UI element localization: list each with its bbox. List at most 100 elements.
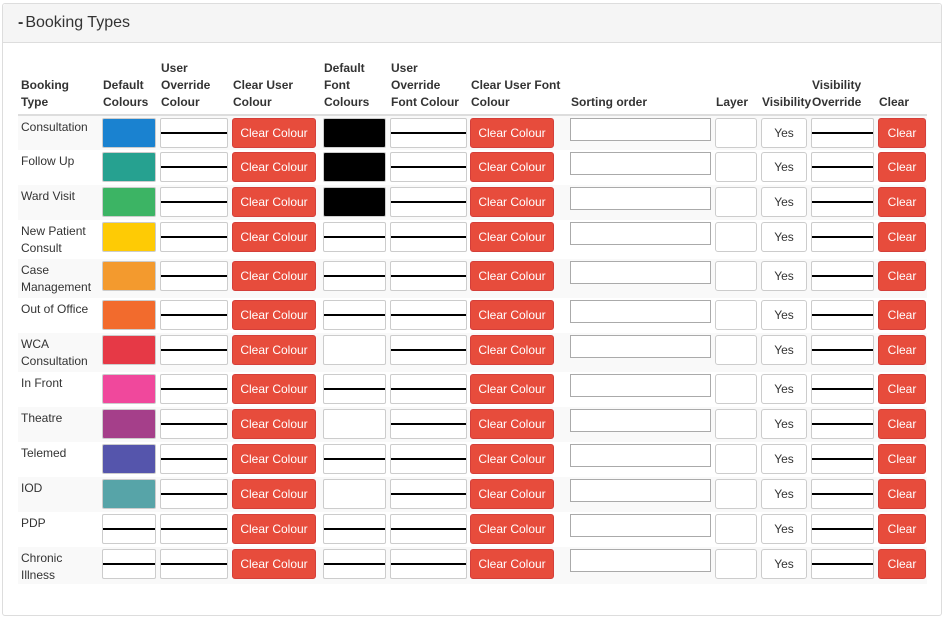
visibility-override-picker[interactable] xyxy=(811,479,874,509)
default-font-colour-swatch[interactable] xyxy=(323,444,386,474)
sorting-order-input[interactable] xyxy=(570,374,711,397)
sorting-order-input[interactable] xyxy=(570,261,711,284)
layer-input[interactable] xyxy=(715,479,757,509)
user-override-font-colour-picker[interactable] xyxy=(390,409,467,439)
visibility-select[interactable]: Yes xyxy=(761,152,807,182)
visibility-select[interactable]: Yes xyxy=(761,187,807,217)
sorting-order-input[interactable] xyxy=(570,187,711,210)
layer-input[interactable] xyxy=(715,444,757,474)
sorting-order-input[interactable] xyxy=(570,479,711,502)
visibility-select[interactable]: Yes xyxy=(761,118,807,148)
user-override-colour-picker[interactable] xyxy=(160,409,228,439)
clear-user-colour-button[interactable]: Clear Colour xyxy=(232,409,316,439)
default-colour-swatch[interactable] xyxy=(102,187,156,217)
user-override-font-colour-picker[interactable] xyxy=(390,300,467,330)
default-font-colour-swatch[interactable] xyxy=(323,261,386,291)
clear-row-button[interactable]: Clear xyxy=(878,335,926,365)
default-font-colour-swatch[interactable] xyxy=(323,152,386,182)
default-colour-swatch[interactable] xyxy=(102,549,156,579)
clear-user-font-colour-button[interactable]: Clear Colour xyxy=(470,118,554,148)
clear-user-font-colour-button[interactable]: Clear Colour xyxy=(470,261,554,291)
visibility-override-picker[interactable] xyxy=(811,409,874,439)
user-override-colour-picker[interactable] xyxy=(160,152,228,182)
user-override-colour-picker[interactable] xyxy=(160,118,228,148)
layer-input[interactable] xyxy=(715,409,757,439)
panel-header[interactable]: - Booking Types xyxy=(3,4,941,43)
user-override-colour-picker[interactable] xyxy=(160,444,228,474)
clear-user-colour-button[interactable]: Clear Colour xyxy=(232,152,316,182)
user-override-font-colour-picker[interactable] xyxy=(390,514,467,544)
clear-row-button[interactable]: Clear xyxy=(878,409,926,439)
sorting-order-input[interactable] xyxy=(570,549,711,572)
default-colour-swatch[interactable] xyxy=(102,152,156,182)
user-override-font-colour-picker[interactable] xyxy=(390,187,467,217)
default-font-colour-swatch[interactable] xyxy=(323,374,386,404)
clear-row-button[interactable]: Clear xyxy=(878,300,926,330)
clear-user-colour-button[interactable]: Clear Colour xyxy=(232,187,316,217)
default-colour-swatch[interactable] xyxy=(102,222,156,252)
visibility-select[interactable]: Yes xyxy=(761,444,807,474)
user-override-font-colour-picker[interactable] xyxy=(390,118,467,148)
clear-user-font-colour-button[interactable]: Clear Colour xyxy=(470,222,554,252)
default-colour-swatch[interactable] xyxy=(102,479,156,509)
visibility-select[interactable]: Yes xyxy=(761,222,807,252)
clear-user-font-colour-button[interactable]: Clear Colour xyxy=(470,152,554,182)
user-override-font-colour-picker[interactable] xyxy=(390,335,467,365)
clear-user-font-colour-button[interactable]: Clear Colour xyxy=(470,549,554,579)
default-font-colour-swatch[interactable] xyxy=(323,335,386,365)
sorting-order-input[interactable] xyxy=(570,152,711,175)
clear-user-colour-button[interactable]: Clear Colour xyxy=(232,335,316,365)
layer-input[interactable] xyxy=(715,152,757,182)
user-override-colour-picker[interactable] xyxy=(160,187,228,217)
visibility-select[interactable]: Yes xyxy=(761,549,807,579)
visibility-select[interactable]: Yes xyxy=(761,261,807,291)
clear-user-colour-button[interactable]: Clear Colour xyxy=(232,444,316,474)
collapse-toggle[interactable]: - xyxy=(18,14,23,31)
sorting-order-input[interactable] xyxy=(570,335,711,358)
user-override-font-colour-picker[interactable] xyxy=(390,261,467,291)
visibility-override-picker[interactable] xyxy=(811,300,874,330)
sorting-order-input[interactable] xyxy=(570,300,711,323)
default-font-colour-swatch[interactable] xyxy=(323,118,386,148)
default-colour-swatch[interactable] xyxy=(102,300,156,330)
clear-user-colour-button[interactable]: Clear Colour xyxy=(232,222,316,252)
clear-row-button[interactable]: Clear xyxy=(878,514,926,544)
default-font-colour-swatch[interactable] xyxy=(323,514,386,544)
clear-row-button[interactable]: Clear xyxy=(878,222,926,252)
default-colour-swatch[interactable] xyxy=(102,444,156,474)
clear-user-colour-button[interactable]: Clear Colour xyxy=(232,479,316,509)
clear-row-button[interactable]: Clear xyxy=(878,374,926,404)
user-override-colour-picker[interactable] xyxy=(160,549,228,579)
user-override-colour-picker[interactable] xyxy=(160,222,228,252)
clear-user-font-colour-button[interactable]: Clear Colour xyxy=(470,409,554,439)
clear-user-font-colour-button[interactable]: Clear Colour xyxy=(470,300,554,330)
clear-row-button[interactable]: Clear xyxy=(878,187,926,217)
default-colour-swatch[interactable] xyxy=(102,514,156,544)
visibility-override-picker[interactable] xyxy=(811,118,874,148)
clear-row-button[interactable]: Clear xyxy=(878,152,926,182)
visibility-override-picker[interactable] xyxy=(811,222,874,252)
clear-user-colour-button[interactable]: Clear Colour xyxy=(232,374,316,404)
user-override-font-colour-picker[interactable] xyxy=(390,152,467,182)
clear-user-colour-button[interactable]: Clear Colour xyxy=(232,261,316,291)
user-override-colour-picker[interactable] xyxy=(160,479,228,509)
user-override-font-colour-picker[interactable] xyxy=(390,444,467,474)
visibility-override-picker[interactable] xyxy=(811,335,874,365)
default-colour-swatch[interactable] xyxy=(102,118,156,148)
clear-row-button[interactable]: Clear xyxy=(878,479,926,509)
user-override-font-colour-picker[interactable] xyxy=(390,479,467,509)
visibility-select[interactable]: Yes xyxy=(761,514,807,544)
default-colour-swatch[interactable] xyxy=(102,261,156,291)
user-override-colour-picker[interactable] xyxy=(160,374,228,404)
user-override-colour-picker[interactable] xyxy=(160,335,228,365)
default-font-colour-swatch[interactable] xyxy=(323,479,386,509)
clear-row-button[interactable]: Clear xyxy=(878,118,926,148)
visibility-override-picker[interactable] xyxy=(811,187,874,217)
layer-input[interactable] xyxy=(715,118,757,148)
clear-user-font-colour-button[interactable]: Clear Colour xyxy=(470,187,554,217)
default-colour-swatch[interactable] xyxy=(102,409,156,439)
default-colour-swatch[interactable] xyxy=(102,374,156,404)
visibility-override-picker[interactable] xyxy=(811,549,874,579)
clear-row-button[interactable]: Clear xyxy=(878,549,926,579)
visibility-select[interactable]: Yes xyxy=(761,335,807,365)
